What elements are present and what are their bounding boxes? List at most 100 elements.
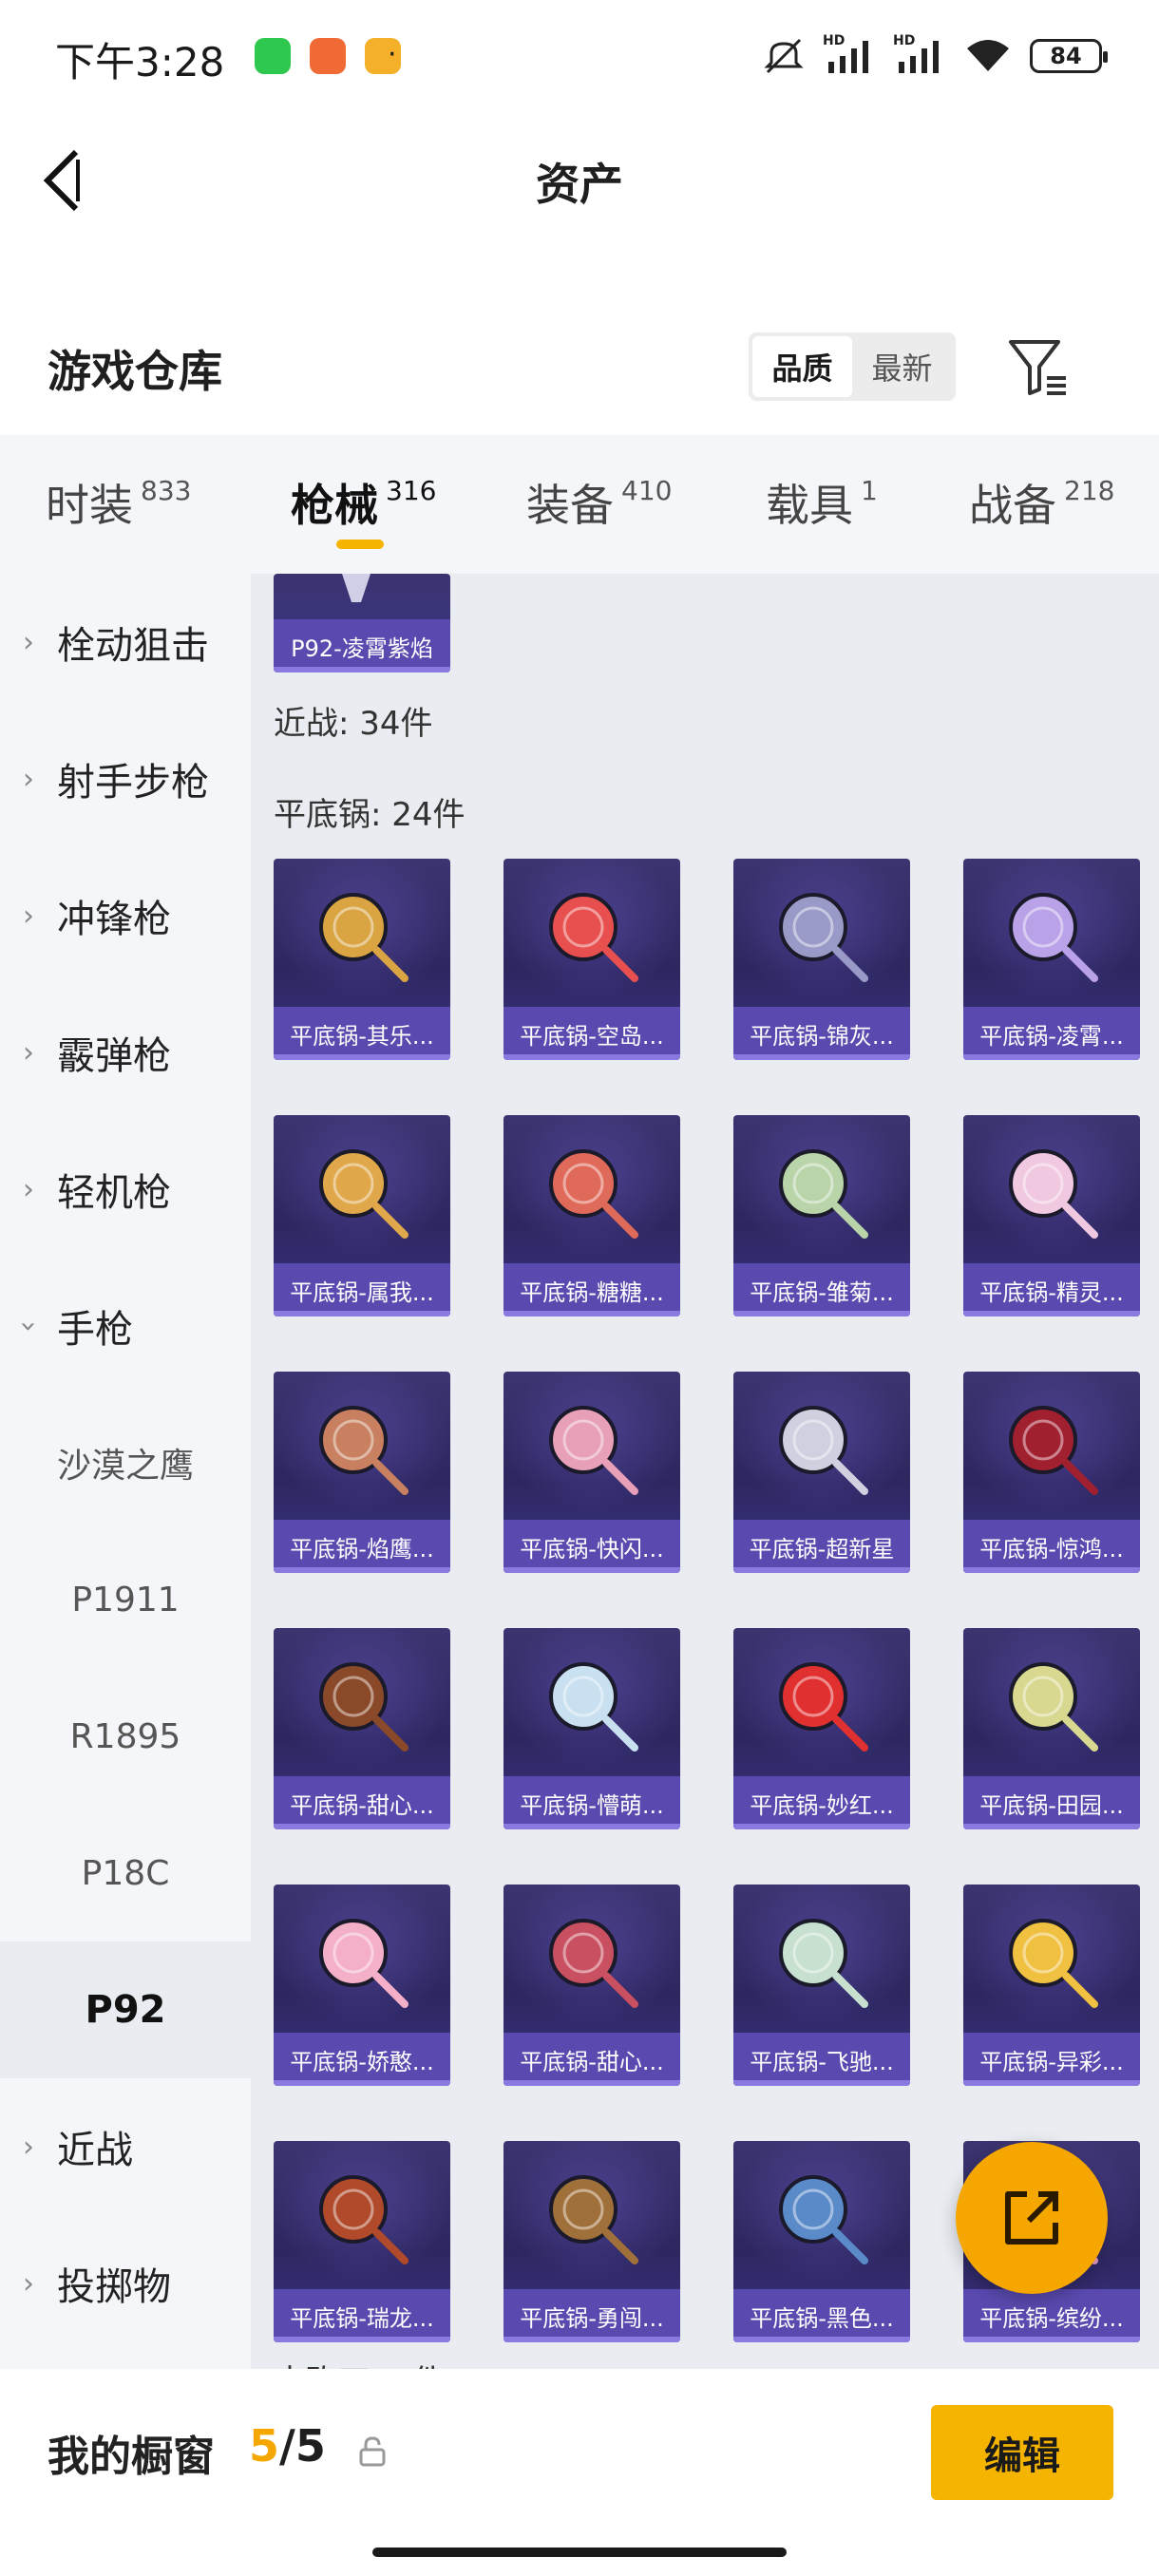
sidebar-item-label: 栓动狙击 <box>57 624 209 668</box>
tab-vehicles[interactable]: 载具 1 <box>766 471 878 534</box>
tab-label: 载具 <box>766 480 853 531</box>
frying-pan-icon <box>549 1919 638 2008</box>
item-card-pan[interactable]: 平底锅-其乐... <box>274 859 450 1060</box>
sidebar-item-label: 冲锋枪 <box>57 898 171 941</box>
item-card-label: 平底锅-凌霄... <box>963 1007 1140 1060</box>
frying-pan-icon <box>549 1662 638 1752</box>
filter-icon[interactable] <box>1005 334 1072 401</box>
warehouse-title: 游戏仓库 <box>48 346 222 397</box>
sidebar-item-label: 射手步枪 <box>57 761 209 805</box>
sidebar-sub-p18c[interactable]: P18C <box>0 1805 251 1941</box>
section-heading-machete: 大砍刀: 4件 <box>274 2356 445 2369</box>
item-card-pan[interactable]: 平底锅-惊鸿... <box>963 1372 1140 1573</box>
chevron-right-icon: › <box>23 762 34 796</box>
frying-pan-icon <box>549 1406 638 1495</box>
sidebar-sub-r1895[interactable]: R1895 <box>0 1668 251 1805</box>
sidebar-sub-p1911[interactable]: P1911 <box>0 1531 251 1668</box>
item-card-label: 平底锅-甜心... <box>274 1776 450 1829</box>
item-card-pan[interactable]: 平底锅-凌霄... <box>963 859 1140 1060</box>
item-card-label: 平底锅-雏菊... <box>733 1263 910 1316</box>
item-card-pan[interactable]: 平底锅-空岛... <box>504 859 680 1060</box>
item-card-label: 平底锅-糖糖... <box>504 1263 680 1316</box>
sidebar-sub-deagle[interactable]: 沙漠之鹰 <box>0 1394 251 1531</box>
sidebar-item-label: 近战 <box>57 2129 133 2172</box>
tab-equipment[interactable]: 装备 410 <box>526 471 672 534</box>
item-card-pan[interactable]: 平底锅-属我... <box>274 1115 450 1316</box>
tab-firearms[interactable]: 枪械 316 <box>291 471 436 534</box>
item-card-label: 平底锅-妙红... <box>733 1776 910 1829</box>
chevron-right-icon: › <box>23 1172 34 1206</box>
frying-pan-icon <box>1009 893 1098 982</box>
frying-pan-icon <box>319 2175 408 2264</box>
signal-icon: HD <box>823 33 876 75</box>
edit-button[interactable]: 编辑 <box>931 2405 1113 2500</box>
item-card-label: 平底锅-属我... <box>274 1263 450 1316</box>
sidebar: › 栓动狙击 › 射手步枪 › 冲锋枪 › 霰弹枪 › 轻机枪 › 手枪 沙漠之… <box>0 574 251 2369</box>
showcase-count: 5/5 <box>249 2420 326 2472</box>
sidebar-item-label: 霰弹枪 <box>57 1034 171 1078</box>
chevron-right-icon: › <box>23 2266 34 2301</box>
item-card-pan[interactable]: 平底锅-勇闯... <box>504 2141 680 2342</box>
sidebar-item-lmg[interactable]: › 轻机枪 <box>0 1121 251 1258</box>
item-card-pan[interactable]: 平底锅-快闪... <box>504 1372 680 1573</box>
sidebar-sub-p92[interactable]: P92 <box>0 1941 251 2078</box>
sidebar-item-bolt-sniper[interactable]: › 栓动狙击 <box>0 574 251 710</box>
item-card-pan[interactable]: 平底锅-瑞龙... <box>274 2141 450 2342</box>
item-grid-area: P92-凌霄紫焰 近战: 34件 平底锅: 24件 平底锅-其乐... 平底锅-空… <box>251 574 1159 2369</box>
share-button[interactable] <box>956 2142 1108 2294</box>
item-card-label: 平底锅-缤纷... <box>963 2289 1140 2342</box>
item-card-pan[interactable]: 平底锅-焰鹰... <box>274 1372 450 1573</box>
item-card-label: 平底锅-精灵... <box>963 1263 1140 1316</box>
item-card-pan[interactable]: 平底锅-糖糖... <box>504 1115 680 1316</box>
item-card-pan[interactable]: 平底锅-雏菊... <box>733 1115 910 1316</box>
chevron-right-icon: › <box>23 1035 34 1070</box>
tab-combat-gear[interactable]: 战备 218 <box>969 471 1114 534</box>
home-indicator <box>372 2548 787 2557</box>
item-card-p92[interactable]: P92-凌霄紫焰 <box>274 574 450 672</box>
sort-quality-button[interactable]: 品质 <box>752 336 852 397</box>
frying-pan-icon <box>1009 1406 1098 1495</box>
sidebar-item-dmr[interactable]: › 射手步枪 <box>0 710 251 847</box>
item-card-pan[interactable]: 平底锅-锦灰... <box>733 859 910 1060</box>
sidebar-item-melee[interactable]: › 近战 <box>0 2078 251 2215</box>
item-card-label: 平底锅-田园... <box>963 1776 1140 1829</box>
frying-pan-icon <box>549 1149 638 1239</box>
item-card-label: 平底锅-黑色... <box>733 2289 910 2342</box>
tab-fashion[interactable]: 时装 833 <box>46 471 191 534</box>
sidebar-item-smg[interactable]: › 冲锋枪 <box>0 847 251 984</box>
frying-pan-icon <box>779 893 868 982</box>
item-card-pan[interactable]: 平底锅-甜心... <box>274 1628 450 1829</box>
item-card-pan[interactable]: 平底锅-妙红... <box>733 1628 910 1829</box>
frying-pan-icon <box>779 2175 868 2264</box>
item-card-pan[interactable]: 平底锅-精灵... <box>963 1115 1140 1316</box>
item-card-pan[interactable]: 平底锅-懵萌... <box>504 1628 680 1829</box>
item-card-pan[interactable]: 平底锅-异彩... <box>963 1885 1140 2086</box>
item-card-pan[interactable]: 平底锅-娇憨... <box>274 1885 450 2086</box>
frying-pan-icon <box>1009 1662 1098 1752</box>
page-title: 资产 <box>536 159 623 210</box>
showcase-total: /5 <box>279 2420 326 2472</box>
pistol-icon <box>342 574 370 602</box>
chevron-down-icon: › <box>11 1320 46 1332</box>
tab-count: 218 <box>1064 475 1115 506</box>
sort-newest-button[interactable]: 最新 <box>852 336 952 397</box>
chevron-right-icon: › <box>23 2130 34 2164</box>
item-card-pan[interactable]: 平底锅-甜心... <box>504 1885 680 2086</box>
wifi-icon <box>967 40 1009 71</box>
showcase-current: 5 <box>249 2420 280 2472</box>
status-bar: 下午3:28 · HD HD 84 <box>0 0 1159 114</box>
item-card-pan[interactable]: 平底锅-超新星 <box>733 1372 910 1573</box>
item-card-pan[interactable]: 平底锅-飞驰... <box>733 1885 910 2086</box>
tab-count: 1 <box>861 475 878 506</box>
active-tab-indicator <box>336 540 384 549</box>
sidebar-item-label: 手枪 <box>57 1308 133 1352</box>
item-card-label: 平底锅-超新星 <box>733 1520 910 1573</box>
sidebar-item-shotgun[interactable]: › 霰弹枪 <box>0 984 251 1121</box>
frying-pan-icon <box>319 1662 408 1752</box>
item-card-pan[interactable]: 平底锅-黑色... <box>733 2141 910 2342</box>
sort-toggle: 品质 最新 <box>749 332 956 401</box>
sidebar-item-throwables[interactable]: › 投掷物 <box>0 2215 251 2352</box>
item-card-pan[interactable]: 平底锅-田园... <box>963 1628 1140 1829</box>
frying-pan-icon <box>319 893 408 982</box>
sidebar-item-pistol[interactable]: › 手枪 <box>0 1258 251 1394</box>
